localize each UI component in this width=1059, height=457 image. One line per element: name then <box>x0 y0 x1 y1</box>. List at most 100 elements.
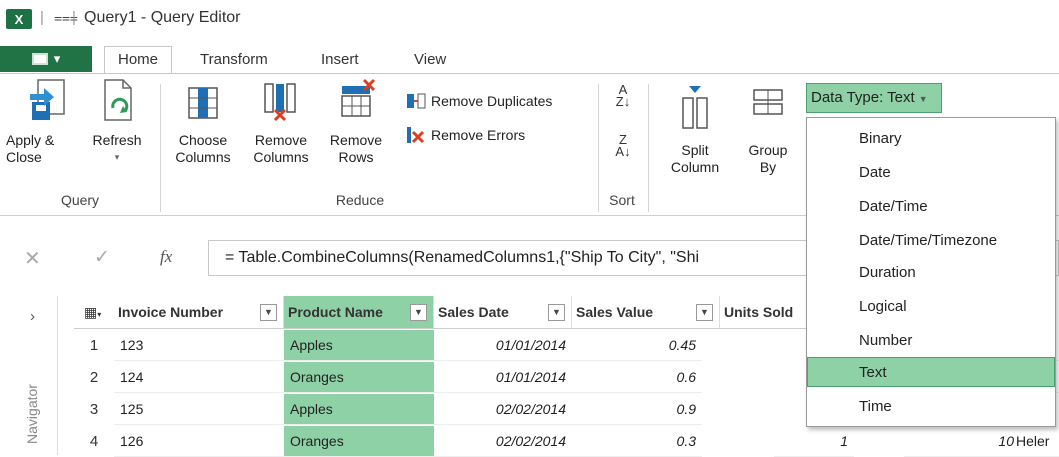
table-cell[interactable]: Oranges <box>284 362 434 393</box>
table-cell[interactable]: 0.9 <box>572 394 702 425</box>
column-header[interactable]: Sales Value ▼ <box>572 296 720 329</box>
row-number: 4 <box>89 433 99 450</box>
navigator-pane: › Navigator <box>0 296 58 455</box>
menu-item-datetime[interactable]: Date/Time <box>859 198 928 215</box>
sort-ascending-icon: A Z↓ <box>615 82 631 109</box>
data-type-menu: Binary Date Date/Time Date/Time/Timezone… <box>806 117 1056 427</box>
table-cell[interactable]: Heler <box>1014 426 1059 457</box>
divider <box>648 84 649 212</box>
remove-rows-label: Remove Rows <box>329 132 383 165</box>
chevron-right-icon[interactable]: › <box>30 308 35 325</box>
chevron-down-icon: ▾ <box>53 51 61 66</box>
filter-dropdown-icon[interactable]: ▼ <box>410 304 427 321</box>
split-column-icon <box>682 86 708 129</box>
remove-columns-button[interactable]: Remove Columns <box>244 78 318 166</box>
table-menu-icon[interactable]: ▦▾ <box>74 296 114 329</box>
sort-ascending-button[interactable]: A Z↓ <box>608 82 638 109</box>
tab-transform[interactable]: Transform <box>200 48 268 74</box>
divider <box>160 84 161 212</box>
menu-item-text[interactable]: Text <box>859 364 887 381</box>
confirm-icon[interactable]: ✓ <box>94 246 110 269</box>
menu-item-date[interactable]: Date <box>859 164 891 181</box>
column-header-label: Product Name <box>288 304 383 320</box>
group-by-label: Group By <box>748 142 788 175</box>
table-cell[interactable]: 126 <box>114 426 284 457</box>
menu-item-number[interactable]: Number <box>859 332 912 349</box>
remove-errors-button[interactable]: Remove Errors <box>406 126 525 144</box>
table-cell[interactable]: Oranges <box>284 426 434 457</box>
remove-rows-icon <box>341 78 376 117</box>
group-label-sort: Sort <box>609 192 635 208</box>
row-number: 1 <box>89 337 99 354</box>
group-label-query: Query <box>60 192 100 208</box>
data-type-dropdown[interactable]: Data Type: Text ▼ <box>806 83 942 113</box>
menu-item-duration[interactable]: Duration <box>859 264 916 281</box>
menu-item-datetimezone[interactable]: Date/Time/Timezone <box>859 232 997 249</box>
table-cell[interactable]: 0.3 <box>572 426 702 457</box>
table-cell[interactable]: 0.6 <box>572 362 702 393</box>
choose-columns-label: Choose Columns <box>175 132 231 165</box>
sort-descending-button[interactable]: Z A↓ <box>608 132 638 159</box>
table-cell[interactable]: 10 <box>904 426 1020 457</box>
data-type-label: Data Type: Text <box>811 89 915 106</box>
group-by-button[interactable]: Group By <box>740 84 796 176</box>
table-cell[interactable]: 1 <box>774 426 854 457</box>
chevron-down-icon: ▾ <box>114 152 120 162</box>
excel-logo-icon: X <box>6 9 32 29</box>
apply-close-button[interactable]: Apply & Close <box>6 78 90 166</box>
remove-errors-icon <box>407 127 425 144</box>
refresh-icon <box>104 79 132 121</box>
split-column-label: Split Column <box>670 142 720 175</box>
filter-dropdown-icon[interactable]: ▼ <box>696 304 713 321</box>
refresh-label: Refresh <box>92 132 142 148</box>
table-cell[interactable]: 02/02/2014 <box>434 394 572 425</box>
remove-duplicates-button[interactable]: Remove Duplicates <box>406 92 552 110</box>
group-by-icon <box>753 89 783 115</box>
column-header-label: Sales Date <box>438 304 509 320</box>
remove-duplicates-label: Remove Duplicates <box>431 93 553 109</box>
table-cell[interactable]: 125 <box>114 394 284 425</box>
filter-dropdown-icon[interactable]: ▼ <box>548 304 565 321</box>
choose-columns-button[interactable]: Choose Columns <box>168 78 238 166</box>
remove-rows-button[interactable]: Remove Rows <box>326 78 386 166</box>
table-cell[interactable]: Apples <box>284 330 434 361</box>
choose-columns-icon <box>188 87 218 119</box>
filter-dropdown-icon[interactable]: ▼ <box>260 304 277 321</box>
remove-columns-icon <box>264 83 296 122</box>
menu-item-binary[interactable]: Binary <box>859 130 902 147</box>
row-number: 2 <box>89 369 99 386</box>
column-header[interactable]: Product Name ▼ <box>284 296 434 329</box>
table-cell[interactable]: 01/01/2014 <box>434 362 572 393</box>
separator: | <box>40 9 44 26</box>
file-tab[interactable]: ▾ <box>0 46 92 72</box>
tab-home[interactable]: Home <box>104 46 172 75</box>
table-cell[interactable]: Apples <box>284 394 434 425</box>
column-header-label: Sales Value <box>576 304 654 320</box>
refresh-button[interactable]: Refresh ▾ <box>86 78 148 166</box>
window-title: Query1 - Query Editor <box>84 9 241 26</box>
navigator-label[interactable]: Navigator <box>24 384 40 444</box>
title-bar: X | ⩶ | Query1 - Query Editor <box>0 0 1059 38</box>
column-header[interactable]: Invoice Number ▼ <box>114 296 284 329</box>
table-cell[interactable]: 124 <box>114 362 284 393</box>
remove-columns-label: Remove Columns <box>253 132 309 165</box>
column-header-label: Invoice Number <box>118 304 224 320</box>
table-cell[interactable]: 0.45 <box>572 330 702 361</box>
table-cell[interactable]: 02/02/2014 <box>434 426 572 457</box>
menu-item-time[interactable]: Time <box>859 398 892 415</box>
tab-view[interactable]: View <box>414 48 446 74</box>
file-icon <box>31 53 48 65</box>
group-label-reduce: Reduce <box>335 192 385 208</box>
fx-icon: fx <box>160 247 173 266</box>
tab-insert[interactable]: Insert <box>321 48 359 74</box>
column-header[interactable]: Units Sold <box>720 296 810 329</box>
split-column-button[interactable]: Split Column <box>660 84 730 176</box>
table-cell[interactable]: 123 <box>114 330 284 361</box>
table-cell[interactable]: 01/01/2014 <box>434 330 572 361</box>
menu-item-logical[interactable]: Logical <box>859 298 907 315</box>
sort-descending-icon: Z A↓ <box>615 132 631 159</box>
remove-duplicates-icon <box>407 93 426 109</box>
ribbon-tabs: ▾ Home Transform Insert View <box>0 44 1059 75</box>
cancel-icon[interactable]: ✕ <box>24 246 41 271</box>
column-header[interactable]: Sales Date ▼ <box>434 296 572 329</box>
